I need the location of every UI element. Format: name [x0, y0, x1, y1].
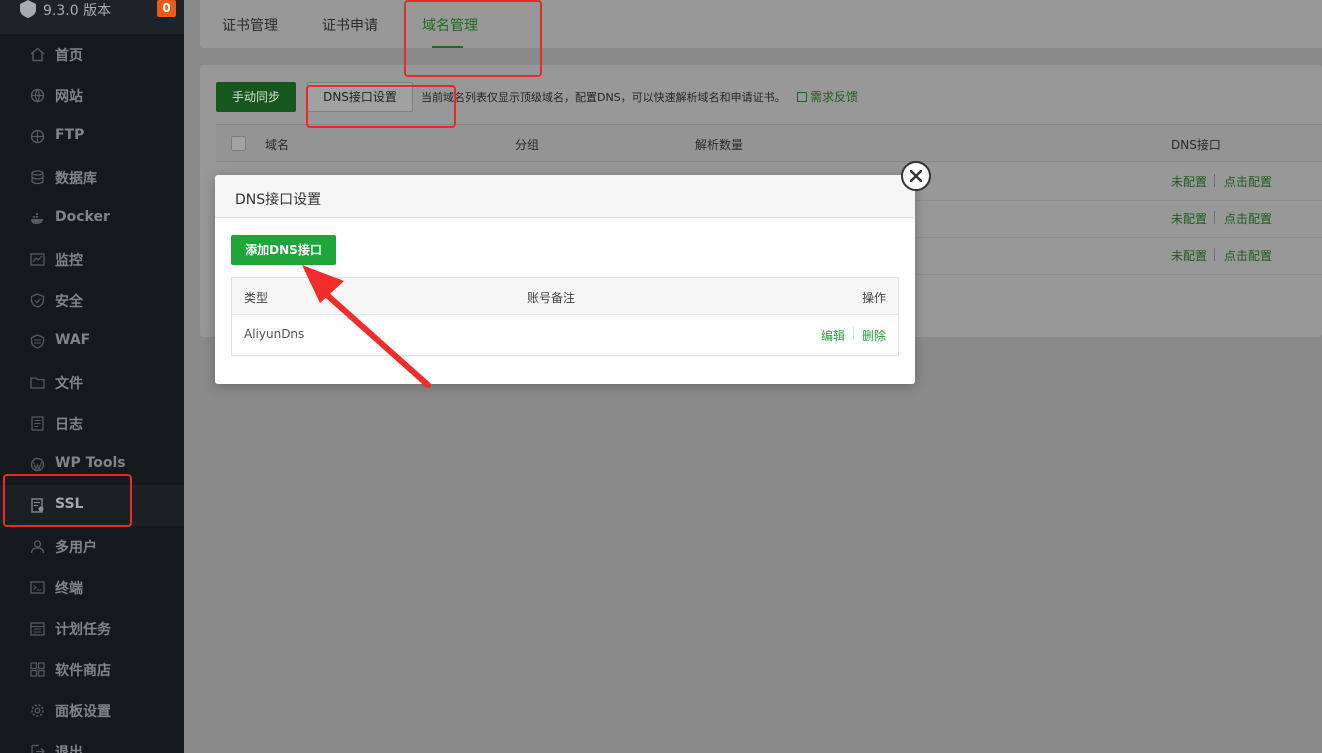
- users-icon: [30, 539, 45, 554]
- ftp-icon: [30, 129, 45, 144]
- dialog-header: DNS接口设置: [215, 175, 915, 218]
- col-record-count: 解析数量: [695, 138, 744, 152]
- domain-tip-text: 当前域名列表仅显示顶级域名，配置DNS，可以快速解析域名和申请证书。: [421, 91, 786, 104]
- dns-status: 未配置: [1171, 175, 1208, 189]
- sidebar-item-website[interactable]: 网站: [0, 75, 184, 116]
- monitor-icon: [30, 252, 45, 267]
- domain-table-header: 域名 分组 解析数量 DNS接口: [216, 124, 1322, 162]
- sidebar-item-users[interactable]: 多用户: [0, 526, 184, 567]
- sidebar-item-terminal[interactable]: 终端: [0, 567, 184, 608]
- feedback-icon: [797, 92, 807, 102]
- col-remark: 账号备注: [527, 291, 576, 305]
- dns-status: 未配置: [1171, 249, 1208, 263]
- ssl-highlight-box: [3, 474, 132, 527]
- logout-icon: [30, 744, 45, 753]
- close-icon: [909, 169, 923, 183]
- col-actions: 操作: [862, 291, 887, 305]
- sidebar-item-docker[interactable]: Docker: [0, 198, 184, 239]
- configure-link[interactable]: 点击配置: [1224, 173, 1272, 190]
- sidebar-item-security[interactable]: 安全: [0, 280, 184, 321]
- col-domain: 域名: [265, 138, 290, 152]
- sidebar-item-monitor[interactable]: 监控: [0, 239, 184, 280]
- select-all-checkbox[interactable]: [231, 136, 246, 151]
- gear-icon: [30, 703, 45, 718]
- dialog-title: DNS接口设置: [235, 192, 322, 208]
- shield-icon: [30, 293, 45, 308]
- domain-tab-highlight-box: [404, 0, 542, 77]
- terminal-icon: [30, 580, 45, 595]
- version-label: 9.3.0 版本: [43, 3, 112, 19]
- dns-button-highlight-box: [306, 85, 456, 128]
- col-group: 分组: [515, 138, 540, 152]
- col-type: 类型: [244, 291, 269, 305]
- tab-bar: 证书管理 证书申请 域名管理: [200, 0, 1322, 48]
- manual-sync-button[interactable]: 手动同步: [216, 82, 296, 112]
- pointer-arrow-annotation: [302, 265, 431, 388]
- waf-icon: [30, 334, 45, 349]
- sidebar-item-logs[interactable]: 日志: [0, 403, 184, 444]
- sidebar-item-waf[interactable]: WAF: [0, 321, 184, 362]
- dialog-close-button[interactable]: [901, 161, 931, 191]
- configure-link[interactable]: 点击配置: [1224, 247, 1272, 264]
- grid-icon: [30, 662, 45, 677]
- calendar-icon: [30, 621, 45, 636]
- sidebar-item-settings[interactable]: 面板设置: [0, 690, 184, 731]
- sidebar-item-ftp[interactable]: FTP: [0, 116, 184, 157]
- home-icon: [30, 47, 45, 62]
- dns-status: 未配置: [1171, 212, 1208, 226]
- sidebar-item-database[interactable]: 数据库: [0, 157, 184, 198]
- configure-link[interactable]: 点击配置: [1224, 210, 1272, 227]
- brand-bar: 9.3.0 版本 0: [0, 0, 184, 34]
- sidebar-nav: 首页 网站 FTP 数据库 Docker 监控 安全 WAF 文件 日志 WP …: [0, 34, 184, 753]
- panel-logo-icon: [20, 0, 36, 18]
- log-icon: [30, 416, 45, 431]
- tab-cert-apply[interactable]: 证书申请: [322, 15, 378, 35]
- globe-icon: [30, 88, 45, 103]
- wordpress-icon: [30, 457, 45, 472]
- sidebar-item-store[interactable]: 软件商店: [0, 649, 184, 690]
- feedback-link[interactable]: 需求反馈: [797, 88, 858, 105]
- sidebar: 9.3.0 版本 0 首页 网站 FTP 数据库 Docker 监控 安全 WA…: [0, 0, 184, 753]
- notification-badge[interactable]: 0: [157, 0, 176, 17]
- folder-icon: [30, 375, 45, 390]
- sidebar-item-logout[interactable]: 退出: [0, 731, 184, 753]
- edit-link[interactable]: 编辑: [821, 327, 845, 344]
- sidebar-item-files[interactable]: 文件: [0, 362, 184, 403]
- delete-link[interactable]: 删除: [862, 327, 886, 344]
- sidebar-item-home[interactable]: 首页: [0, 34, 184, 75]
- sidebar-item-cron[interactable]: 计划任务: [0, 608, 184, 649]
- tab-cert-management[interactable]: 证书管理: [222, 15, 278, 35]
- docker-icon: [30, 211, 45, 226]
- database-icon: [30, 170, 45, 185]
- col-dns-api: DNS接口: [1171, 138, 1221, 152]
